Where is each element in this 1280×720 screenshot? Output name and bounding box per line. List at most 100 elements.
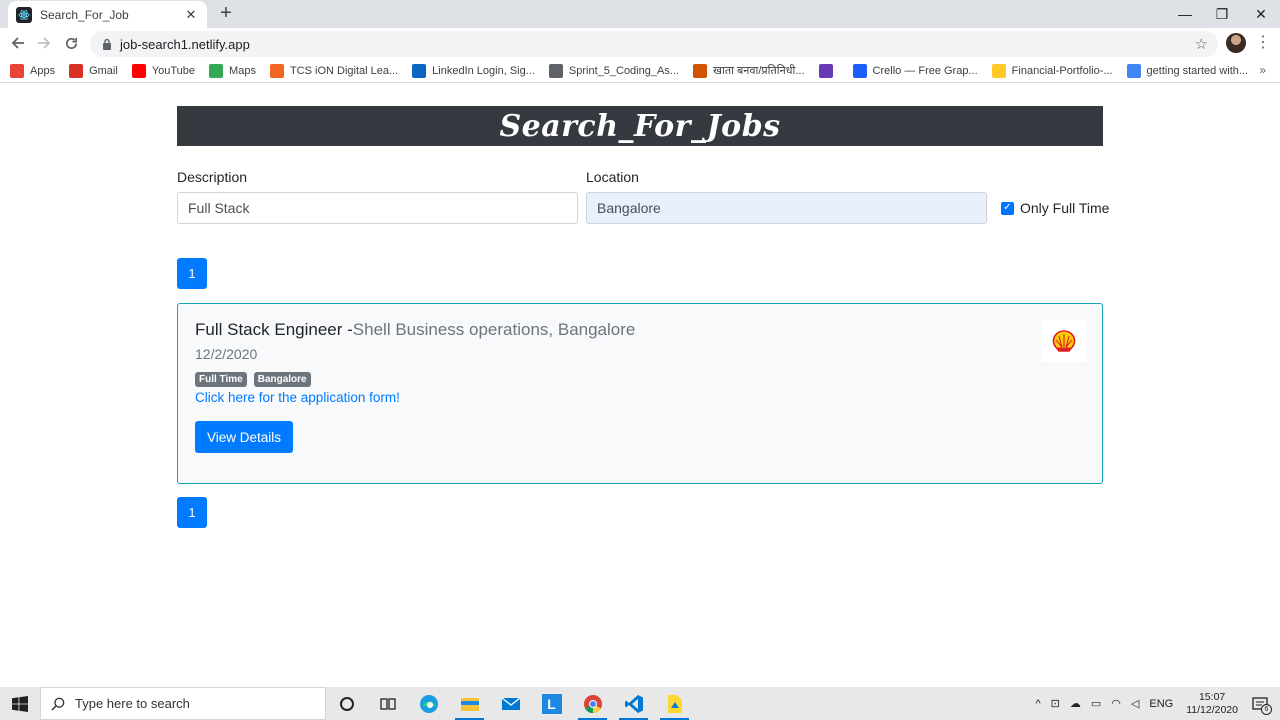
windows-start-icon[interactable] — [0, 687, 40, 720]
close-window-button[interactable]: ✕ — [1242, 0, 1280, 28]
vscode-icon[interactable] — [613, 687, 654, 720]
linkedin-icon — [412, 63, 427, 78]
page-content: Search_For_Jobs Description Full Stack L… — [0, 84, 1280, 687]
bookmarks-overflow-icon[interactable]: » — [1259, 63, 1266, 77]
volume-icon[interactable]: ◁ — [1131, 697, 1139, 710]
bookmark-star-icon[interactable]: ☆ — [1195, 35, 1208, 53]
application-form-link[interactable]: Click here for the application form! — [195, 390, 400, 405]
onedrive-icon[interactable]: ☁ — [1070, 697, 1081, 710]
show-hidden-icons-icon[interactable]: ^ — [1036, 698, 1041, 710]
youtube-icon — [131, 63, 146, 78]
emblem-icon — [692, 63, 707, 78]
bookmark-gmail[interactable]: Gmail — [69, 63, 118, 78]
pagination-page-bottom[interactable]: 1 — [177, 497, 207, 528]
full-time-filter[interactable]: ✓ Only Full Time — [1001, 200, 1109, 216]
clock-time: 15:07 — [1198, 690, 1226, 703]
bookmark-youtube[interactable]: YouTube — [131, 63, 196, 78]
bookmark-emblem[interactable]: खाता बनवा/प्रतिनिधी... — [692, 63, 805, 78]
browser-tab[interactable]: Search_For_Job ✕ — [8, 1, 207, 28]
bookmark-label: Financial-Portfolio-... — [1011, 64, 1113, 77]
google-icon — [1126, 63, 1141, 78]
job-badges: Full Time Bangalore — [195, 372, 318, 387]
bookmark-forms[interactable] — [818, 63, 839, 78]
full-time-label: Only Full Time — [1020, 200, 1110, 216]
wifi-icon[interactable]: ◠ — [1111, 697, 1121, 710]
tab-close-icon[interactable]: ✕ — [183, 7, 199, 23]
taskbar-clock[interactable]: 15:07 11/12/2020 — [1186, 691, 1238, 717]
bookmark-label: Apps — [30, 64, 56, 77]
page-banner: Search_For_Jobs — [177, 106, 1103, 146]
lock-icon — [103, 38, 111, 50]
bookmark-label: Crello — Free Grap... — [872, 64, 978, 77]
pagination-page-top[interactable]: 1 — [177, 258, 207, 289]
notification-count-badge: 6 — [1261, 703, 1272, 715]
notification-center-icon[interactable]: 6 — [1250, 693, 1272, 715]
l-app-icon[interactable]: L — [531, 687, 572, 720]
bookmark-apps-grid[interactable]: Apps — [10, 63, 56, 78]
job-title: Full Stack Engineer - — [195, 320, 353, 339]
profile-avatar[interactable] — [1226, 33, 1246, 53]
mail-icon[interactable] — [490, 687, 531, 720]
maximize-button[interactable]: ❐ — [1203, 0, 1241, 28]
file-explorer-icon[interactable] — [449, 687, 490, 720]
tab-title: Search_For_Job — [40, 7, 129, 22]
forward-arrow-icon[interactable] — [32, 31, 56, 55]
location-label: Location — [586, 169, 639, 185]
crello-icon — [852, 63, 867, 78]
bookmark-label: getting started with... — [1146, 64, 1249, 77]
cortana-icon[interactable] — [326, 687, 367, 720]
minimize-button[interactable]: — — [1166, 0, 1204, 28]
description-input[interactable]: Full Stack — [177, 192, 578, 224]
search-icon — [51, 697, 65, 711]
bookmark-document[interactable]: Sprint_5_Coding_As... — [548, 63, 679, 78]
windows-taskbar: Type here to search L ^ ⊡ ☁ ▭ ◠ ◁ ENG 15… — [0, 687, 1280, 720]
chrome-icon[interactable] — [572, 687, 613, 720]
job-card: Full Stack Engineer -Shell Business oper… — [177, 303, 1103, 484]
browser-toolbar: job-search1.netlify.app ☆ — [0, 28, 1280, 59]
full-time-checkbox[interactable]: ✓ — [1001, 201, 1014, 215]
bookmark-firebase[interactable]: Financial-Portfolio-... — [991, 63, 1113, 78]
bookmark-label: YouTube — [151, 64, 196, 77]
url-text: job-search1.netlify.app — [120, 36, 250, 52]
bookmarks-bar: Apps Gmail YouTube Maps TCS iON Digital Lea.… — [0, 59, 1280, 83]
battery-icon[interactable]: ▭ — [1091, 697, 1101, 710]
bookmark-label: Sprint_5_Coding_As... — [568, 64, 679, 77]
maps-icon — [209, 63, 224, 78]
job-heading: Full Stack Engineer -Shell Business oper… — [195, 320, 635, 340]
address-bar[interactable]: job-search1.netlify.app ☆ — [90, 31, 1218, 57]
network-adapter-icon[interactable]: ⊡ — [1051, 697, 1060, 710]
bookmark-crello[interactable]: Crello — Free Grap... — [852, 63, 978, 78]
location-input[interactable]: Bangalore — [586, 192, 987, 224]
reload-icon[interactable] — [59, 31, 83, 55]
bookmark-label: खाता बनवा/प्रतिनिधी... — [712, 65, 805, 77]
document-icon — [548, 63, 563, 78]
apps-grid-icon — [10, 63, 24, 78]
bookmark-maps[interactable]: Maps — [209, 63, 256, 78]
tab-strip: Search_For_Job ✕ + — ❐ ✕ — [0, 0, 1280, 28]
new-tab-button[interactable]: + — [216, 3, 236, 23]
task-view-icon[interactable] — [367, 687, 408, 720]
page-title: Search_For_Jobs — [499, 108, 781, 144]
gmail-icon — [69, 63, 84, 78]
bookmark-label: TCS iON Digital Lea... — [289, 64, 399, 77]
job-company-location: Shell Business operations, Bangalore — [352, 320, 636, 339]
shell-logo-icon — [1042, 320, 1086, 362]
language-indicator[interactable]: ENG — [1149, 698, 1173, 710]
files-icon[interactable] — [654, 687, 695, 720]
bookmark-linkedin[interactable]: LinkedIn Login, Sig... — [412, 63, 535, 78]
react-favicon-icon — [16, 6, 32, 23]
edge-icon[interactable] — [408, 687, 449, 720]
job-date: 12/2/2020 — [195, 346, 258, 362]
job-type-badge: Full Time — [195, 372, 247, 387]
forms-icon — [818, 63, 833, 78]
system-tray: ^ ⊡ ☁ ▭ ◠ ◁ ENG 15:07 11/12/2020 6 — [1031, 687, 1280, 720]
taskbar-search-box[interactable]: Type here to search — [40, 687, 326, 720]
chrome-menu-icon[interactable]: ⋮ — [1255, 33, 1271, 53]
bookmark-tcs[interactable]: TCS iON Digital Lea... — [269, 63, 399, 78]
view-details-button[interactable]: View Details — [195, 421, 293, 453]
back-arrow-icon[interactable] — [6, 31, 30, 55]
bookmark-google[interactable]: getting started with... — [1126, 63, 1249, 78]
taskbar-search-placeholder: Type here to search — [75, 696, 190, 711]
clock-date: 11/12/2020 — [1186, 703, 1238, 716]
description-label: Description — [177, 169, 248, 185]
